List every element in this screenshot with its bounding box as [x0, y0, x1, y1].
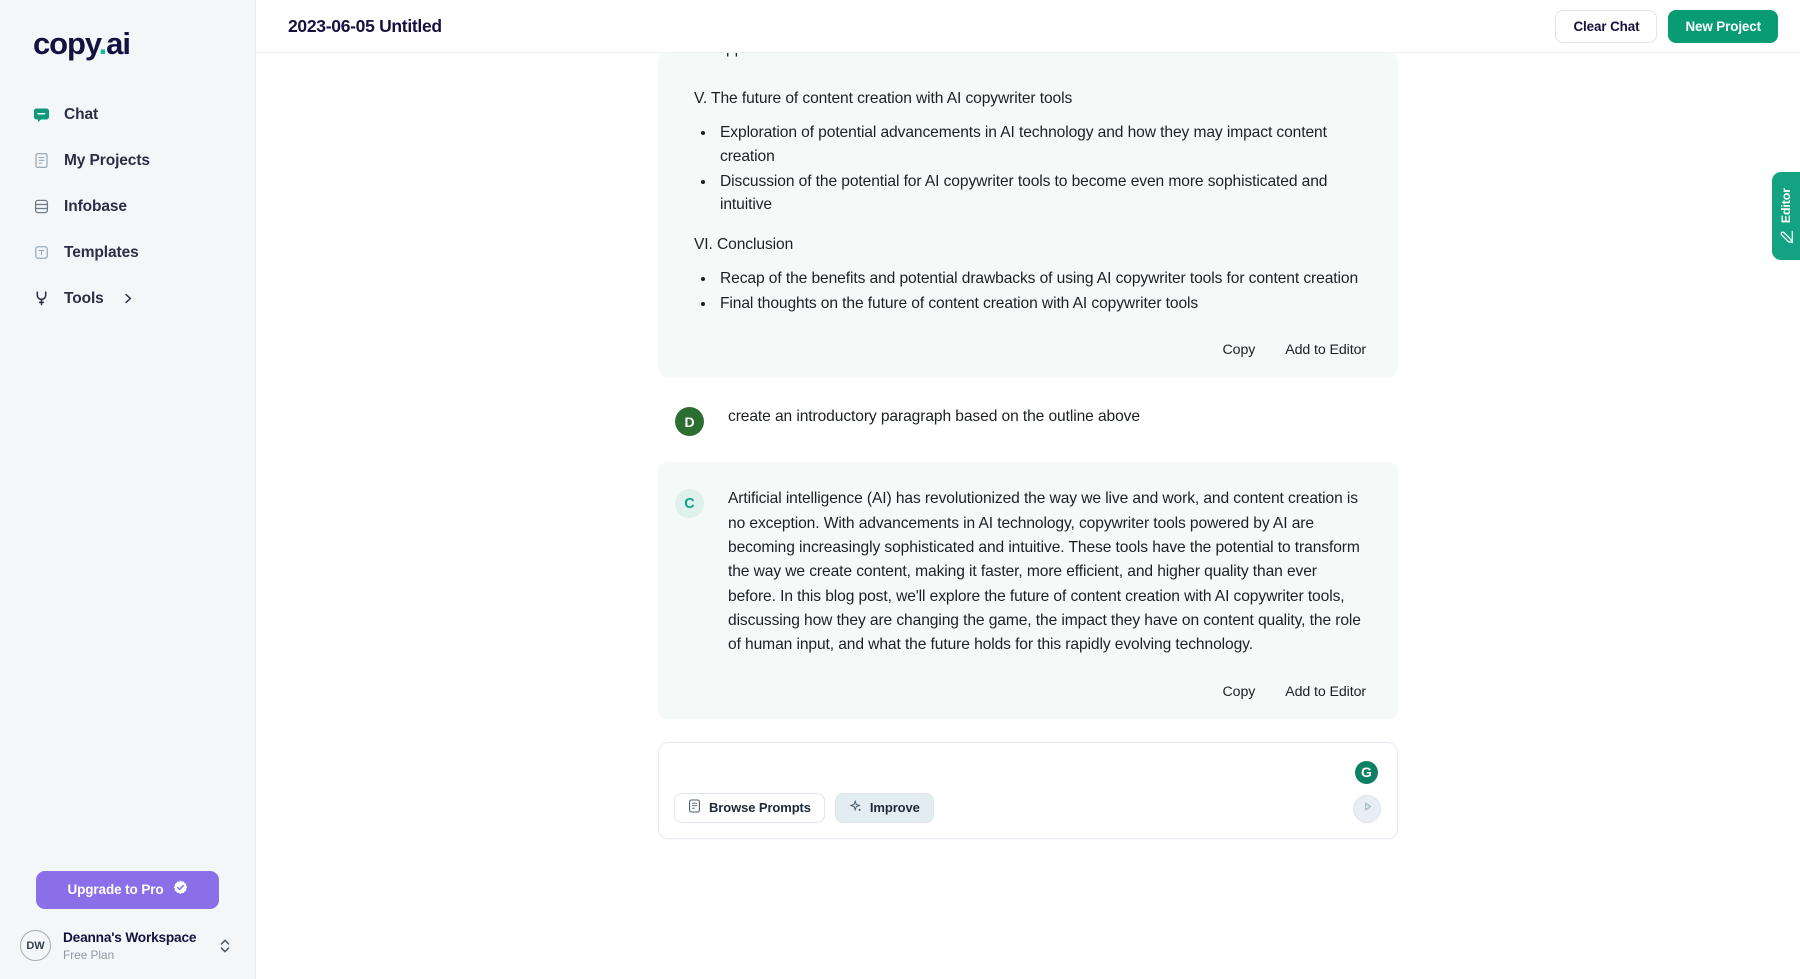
assistant-message-text: Artificial intelligence (AI) has revolut… — [728, 490, 1361, 654]
assistant-message-card: pp V. The future of content creation wit… — [658, 53, 1398, 378]
sidebar-item-my-projects[interactable]: My Projects — [0, 145, 255, 176]
upgrade-to-pro-button[interactable]: Upgrade to Pro — [36, 870, 219, 909]
send-play-icon — [1361, 800, 1374, 818]
workspace-name: Deanna's Workspace — [63, 929, 197, 945]
user-message-text: create an introductory paragraph based o… — [728, 408, 1140, 426]
list-item: Final thoughts on the future of content … — [716, 292, 1366, 316]
logo-suffix: ai — [106, 26, 131, 61]
page-title: 2023-06-05 Untitled — [288, 15, 442, 36]
sidebar: copy.ai Chat My Projects Infobase Templa… — [0, 0, 256, 979]
topbar: 2023-06-05 Untitled Clear Chat New Proje… — [256, 0, 1800, 53]
user-message-row: D create an introductory paragraph based… — [658, 377, 1398, 462]
sidebar-item-label: My Projects — [64, 151, 150, 169]
wrench-icon — [33, 290, 50, 307]
sparkle-icon — [849, 799, 862, 816]
sidebar-item-tools[interactable]: Tools — [0, 283, 255, 314]
verified-badge-icon — [173, 880, 188, 900]
sidebar-nav: Chat My Projects Infobase Templates Tool… — [0, 99, 255, 329]
avatar: D — [675, 407, 704, 437]
partial-text: pp — [726, 53, 743, 58]
improve-button[interactable]: Improve — [834, 792, 934, 823]
sidebar-item-label: Chat — [64, 105, 99, 123]
sidebar-item-label: Infobase — [64, 197, 127, 215]
outline-heading: VI. Conclusion — [694, 235, 794, 253]
composer[interactable]: G Browse Prompts Improve — [658, 741, 1398, 839]
new-project-button[interactable]: New Project — [1668, 9, 1778, 43]
template-icon — [33, 244, 50, 261]
logo-main: copy — [33, 26, 100, 61]
chevron-right-icon — [124, 293, 133, 304]
copy-ai-logo[interactable]: copy.ai — [33, 28, 255, 59]
list-item: Recap of the benefits and potential draw… — [716, 267, 1366, 291]
add-to-editor-button[interactable]: Add to Editor — [1285, 684, 1366, 700]
grammarly-icon[interactable]: G — [1355, 760, 1378, 784]
editor-tab-label: Editor — [1779, 187, 1793, 224]
workspace-plan: Free Plan — [63, 947, 115, 962]
list-item: Exploration of potential advancements in… — [716, 121, 1366, 168]
scrolled-partial-text: pp — [690, 53, 1366, 87]
sidebar-item-chat[interactable]: Chat — [0, 99, 255, 130]
avatar: DW — [20, 930, 51, 962]
upgrade-label: Upgrade to Pro — [67, 882, 164, 898]
prompt-list-icon — [688, 799, 701, 816]
message-actions: Copy Add to Editor — [675, 658, 1367, 719]
sidebar-item-templates[interactable]: Templates — [0, 237, 255, 268]
browse-prompts-button[interactable]: Browse Prompts — [674, 792, 825, 823]
workspace-text: Deanna's Workspace Free Plan — [63, 930, 196, 962]
chevron-up-down-icon[interactable] — [219, 936, 237, 956]
sidebar-footer: Upgrade to Pro DW Deanna's Workspace Fre… — [0, 870, 255, 979]
avatar: C — [675, 489, 704, 519]
sidebar-item-infobase[interactable]: Infobase — [0, 191, 255, 222]
copy-button[interactable]: Copy — [1223, 342, 1256, 358]
sidebar-item-label: Templates — [64, 243, 139, 261]
assistant-message-card: C Artificial intelligence (AI) has revol… — [658, 462, 1398, 719]
main-area: 2023-06-05 Untitled Clear Chat New Proje… — [256, 0, 1800, 979]
sidebar-item-label: Tools — [64, 289, 104, 307]
chat-scroll-area[interactable]: pp V. The future of content creation wit… — [256, 53, 1800, 979]
workspace-switcher[interactable]: DW Deanna's Workspace Free Plan — [18, 930, 237, 979]
improve-label: Improve — [869, 800, 920, 816]
browse-prompts-label: Browse Prompts — [709, 800, 811, 816]
assistant-message-inner: C Artificial intelligence (AI) has revol… — [675, 487, 1366, 657]
send-button[interactable] — [1353, 794, 1381, 823]
list-item: Discussion of the potential for AI copyw… — [716, 170, 1366, 217]
outline-bullet-list: Recap of the benefits and potential draw… — [690, 267, 1366, 315]
logo-wrap: copy.ai — [0, 0, 255, 59]
database-icon — [33, 198, 50, 215]
pencil-edit-icon — [1779, 230, 1793, 244]
document-icon — [33, 152, 50, 169]
composer-tools: Browse Prompts Improve — [674, 792, 934, 823]
outline-heading: V. The future of content creation with A… — [694, 90, 1073, 107]
app-root: copy.ai Chat My Projects Infobase Templa… — [0, 0, 1800, 979]
message-actions: Copy Add to Editor — [690, 316, 1367, 377]
outline-bullet-list: Exploration of potential advancements in… — [690, 121, 1366, 217]
chat-column: pp V. The future of content creation wit… — [658, 53, 1398, 839]
chat-bubble-icon — [33, 106, 50, 123]
clear-chat-button[interactable]: Clear Chat — [1555, 9, 1658, 43]
copy-button[interactable]: Copy — [1223, 684, 1256, 700]
composer-wrap: G Browse Prompts Improve — [658, 719, 1398, 839]
add-to-editor-button[interactable]: Add to Editor — [1285, 342, 1366, 358]
editor-side-tab[interactable]: Editor — [1772, 172, 1800, 260]
